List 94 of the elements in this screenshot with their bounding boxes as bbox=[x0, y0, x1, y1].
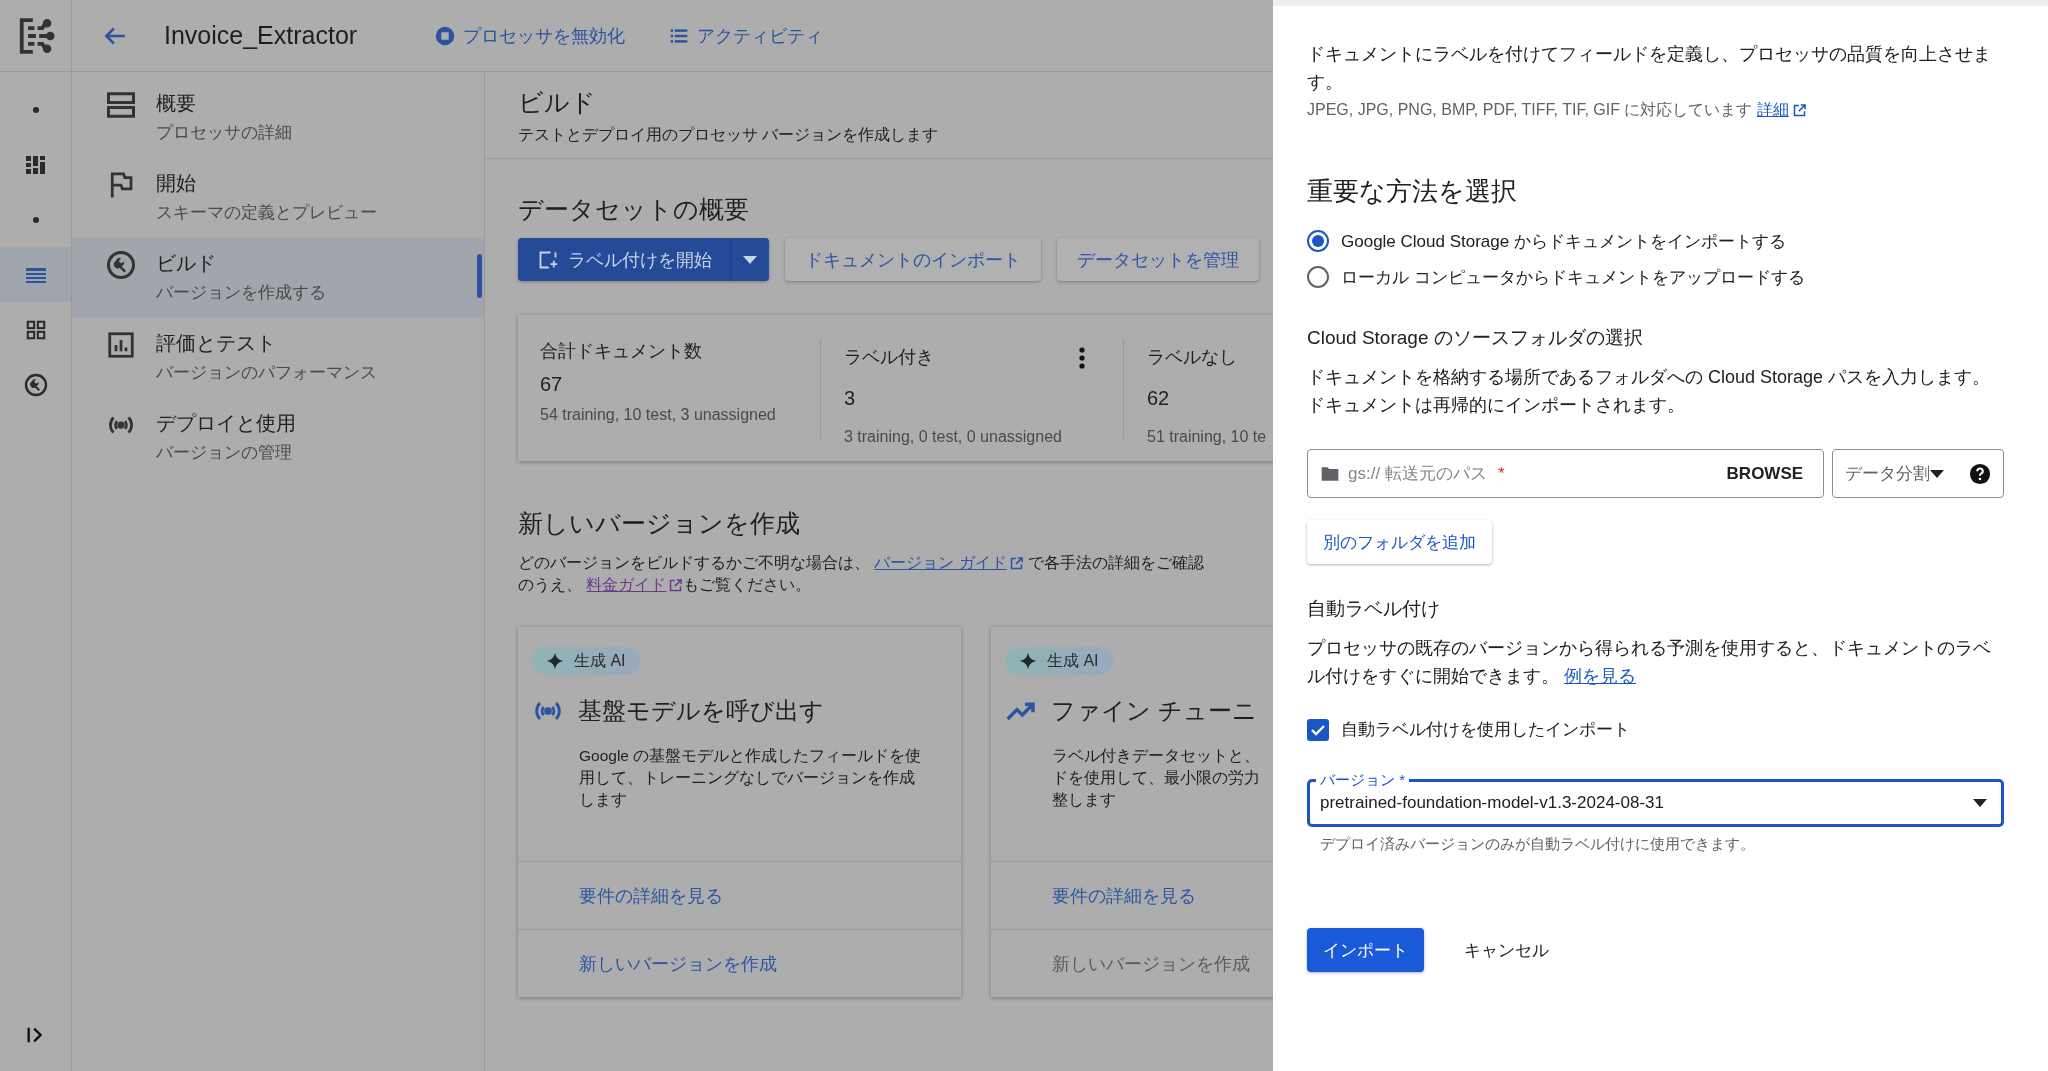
stat-label: ラベル付き bbox=[844, 346, 934, 369]
external-link-icon bbox=[1791, 102, 1807, 118]
section-title: 新しいバージョンを作成 bbox=[518, 508, 801, 539]
auto-label-title: 自動ラベル付け bbox=[1307, 597, 1441, 621]
helper-text: デプロイ済みバージョンのみが自動ラベル付けに使用できます。 bbox=[1320, 835, 1756, 854]
start-labeling-button[interactable]: ラベル付けを開始 bbox=[518, 238, 769, 281]
help-button[interactable] bbox=[1969, 462, 1991, 485]
page-title: ビルド bbox=[518, 87, 597, 118]
dropdown-caret-icon bbox=[1930, 469, 1945, 478]
version-select[interactable]: バージョン * pretrained-foundation-model-v1.3-2024-08-31 bbox=[1307, 771, 2004, 827]
nav-item[interactable]: デプロイと使用 バージョンの管理 bbox=[72, 398, 484, 478]
browse-button[interactable]: BROWSE bbox=[1726, 463, 1804, 484]
grid-icon bbox=[24, 318, 47, 341]
radio-label: ローカル コンピュータからドキュメントをアップロードする bbox=[1341, 266, 1805, 289]
intro-text: ドキュメントにラベルを付けてフィールドを定義し、プロセッサの品質を向上させます。 bbox=[1307, 43, 1992, 94]
processor-title: Invoice_Extractor bbox=[164, 21, 358, 50]
rail-nav-item[interactable] bbox=[0, 247, 71, 302]
stop-icon bbox=[435, 25, 456, 46]
method-title: 重要な方法を選択 bbox=[1307, 175, 1518, 208]
nav-item-subtitle: バージョンのパフォーマンス bbox=[156, 362, 377, 384]
card-description-line: 整します bbox=[1052, 790, 1116, 810]
source-title: Cloud Storage のソースフォルダの選択 bbox=[1307, 326, 1644, 350]
guide-link[interactable]: 料金ガイド bbox=[586, 574, 684, 596]
dot-icon bbox=[32, 106, 39, 113]
external-link-icon bbox=[1008, 555, 1024, 571]
stat-detail: 3 training, 0 test, 0 unassigned bbox=[844, 428, 1062, 446]
auto-label-description: プロセッサの既存のバージョンから得られる予測を使用すると、ドキュメントのラベル付けをすぐに開始できます。 例を見る bbox=[1307, 634, 2004, 690]
required-mark: * bbox=[1498, 463, 1505, 484]
section-title: データセットの概要 bbox=[518, 194, 750, 225]
nav-item[interactable]: 概要 プロセッサの詳細 bbox=[72, 78, 484, 158]
stat-detail: 54 training, 10 test, 3 unassigned bbox=[540, 406, 776, 424]
checkbox-option[interactable]: 自動ラベル付けを使用したインポート bbox=[1307, 718, 2004, 741]
page-subtitle: テストとデプロイ用のプロセッサ バージョンを作成します bbox=[518, 125, 940, 145]
gen-ai-badge: 生成 AI bbox=[532, 647, 640, 675]
toolbar-action[interactable]: プロセッサを無効化 bbox=[435, 23, 626, 48]
wrench-icon bbox=[106, 250, 136, 280]
dot-icon bbox=[32, 216, 39, 223]
overview-icon bbox=[106, 90, 136, 120]
card-description-line: ドを使用して、最小限の労力 bbox=[1052, 768, 1260, 788]
card-title: ファイン チューニ bbox=[1051, 696, 1257, 726]
formats-text: JPEG, JPG, PNG, BMP, PDF, TIFF, TIF, GIF に対応しています 詳細 bbox=[1307, 96, 2004, 124]
source-description: ドキュメントを格納する場所であるフォルダへの Cloud Storage パスを入力します。ドキュメントは再帰的にインポートされます。 bbox=[1307, 366, 1992, 417]
card-description-line: ラベル付きデータセットと、 bbox=[1052, 746, 1260, 766]
radio-button[interactable] bbox=[1307, 230, 1329, 252]
chart-icon bbox=[106, 330, 136, 360]
stat-detail: 51 training, 10 te bbox=[1147, 428, 1267, 446]
card-title: 基盤モデルを呼び出す bbox=[578, 696, 824, 726]
nav-item-subtitle: プロセッサの詳細 bbox=[156, 122, 292, 144]
details-link[interactable]: 詳細 bbox=[1756, 96, 1807, 124]
checkbox-label: 自動ラベル付けを使用したインポート bbox=[1341, 719, 1630, 741]
sparkle-icon bbox=[546, 652, 564, 670]
external-link-icon bbox=[668, 577, 684, 593]
guide-paragraph: どのバージョンをビルドするかご不明な場合は、 バージョン ガイド で各手法の詳細をご確認のうえ、 料金ガイド もご覧ください。 bbox=[518, 552, 1218, 596]
nav-item-title: 概要 bbox=[156, 91, 197, 116]
checkbox[interactable] bbox=[1307, 718, 1329, 741]
nav-item[interactable]: ビルド バージョンを作成する bbox=[72, 238, 484, 318]
sparkle-icon bbox=[1019, 652, 1037, 670]
nav-item-subtitle: バージョンを作成する bbox=[156, 282, 326, 304]
wrench-icon bbox=[23, 372, 48, 397]
stat-label: 合計ドキュメント数 bbox=[540, 340, 702, 363]
nav-item-subtitle: スキーマの定義とプレビュー bbox=[156, 202, 377, 224]
dropdown-caret-icon bbox=[1973, 799, 1987, 807]
help-icon bbox=[1969, 462, 1991, 485]
nav-item-title: デプロイと使用 bbox=[156, 411, 296, 436]
stat-value: 62 bbox=[1147, 387, 1170, 410]
add-label-icon bbox=[538, 249, 558, 270]
nav-item-title: ビルド bbox=[156, 251, 217, 276]
radio-option[interactable]: Google Cloud Storage からドキュメントをインポートする bbox=[1307, 223, 2004, 259]
nav-item-title: 評価とテスト bbox=[156, 331, 277, 356]
toolbar-action[interactable]: アクティビティ bbox=[669, 23, 824, 48]
stat-value: 67 bbox=[540, 373, 563, 396]
more-menu-button[interactable] bbox=[1079, 347, 1085, 369]
import-button[interactable]: インポート bbox=[1307, 928, 1424, 972]
radio-label: Google Cloud Storage からドキュメントをインポートする bbox=[1341, 230, 1786, 253]
selection-indicator bbox=[477, 254, 482, 298]
nav-item-title: 開始 bbox=[156, 171, 197, 196]
cancel-button[interactable]: キャンセル bbox=[1448, 928, 1565, 972]
nav-item-subtitle: バージョンの管理 bbox=[156, 442, 293, 464]
gen-ai-badge: 生成 AI bbox=[1005, 647, 1113, 675]
radio-button[interactable] bbox=[1307, 266, 1329, 288]
nav-item[interactable]: 開始 スキーマの定義とプレビュー bbox=[72, 158, 484, 238]
stat-label: ラベルなし bbox=[1147, 346, 1237, 369]
card-description-line: します bbox=[579, 790, 627, 810]
card-description-line: Google の基盤モデルと作成したフィールドを使 bbox=[579, 746, 922, 766]
source-path-field[interactable]: gs:// 転送元のパス * BROWSE bbox=[1307, 449, 1825, 498]
more-vert-icon bbox=[1079, 347, 1085, 369]
data-split-select[interactable]: データ分割 bbox=[1832, 449, 2004, 498]
add-folder-button[interactable]: 別のフォルダを追加 bbox=[1307, 520, 1492, 564]
nav-item[interactable]: 評価とテスト バージョンのパフォーマンス bbox=[72, 318, 484, 398]
examples-link[interactable]: 例を見る bbox=[1564, 662, 1636, 690]
dropdown-caret-icon bbox=[743, 255, 757, 264]
card-description-line: 用して、トレーニングなしでバージョンを作成 bbox=[579, 768, 915, 788]
radio-option[interactable]: ローカル コンピュータからドキュメントをアップロードする bbox=[1307, 259, 2004, 295]
stat-value: 3 bbox=[844, 387, 856, 410]
